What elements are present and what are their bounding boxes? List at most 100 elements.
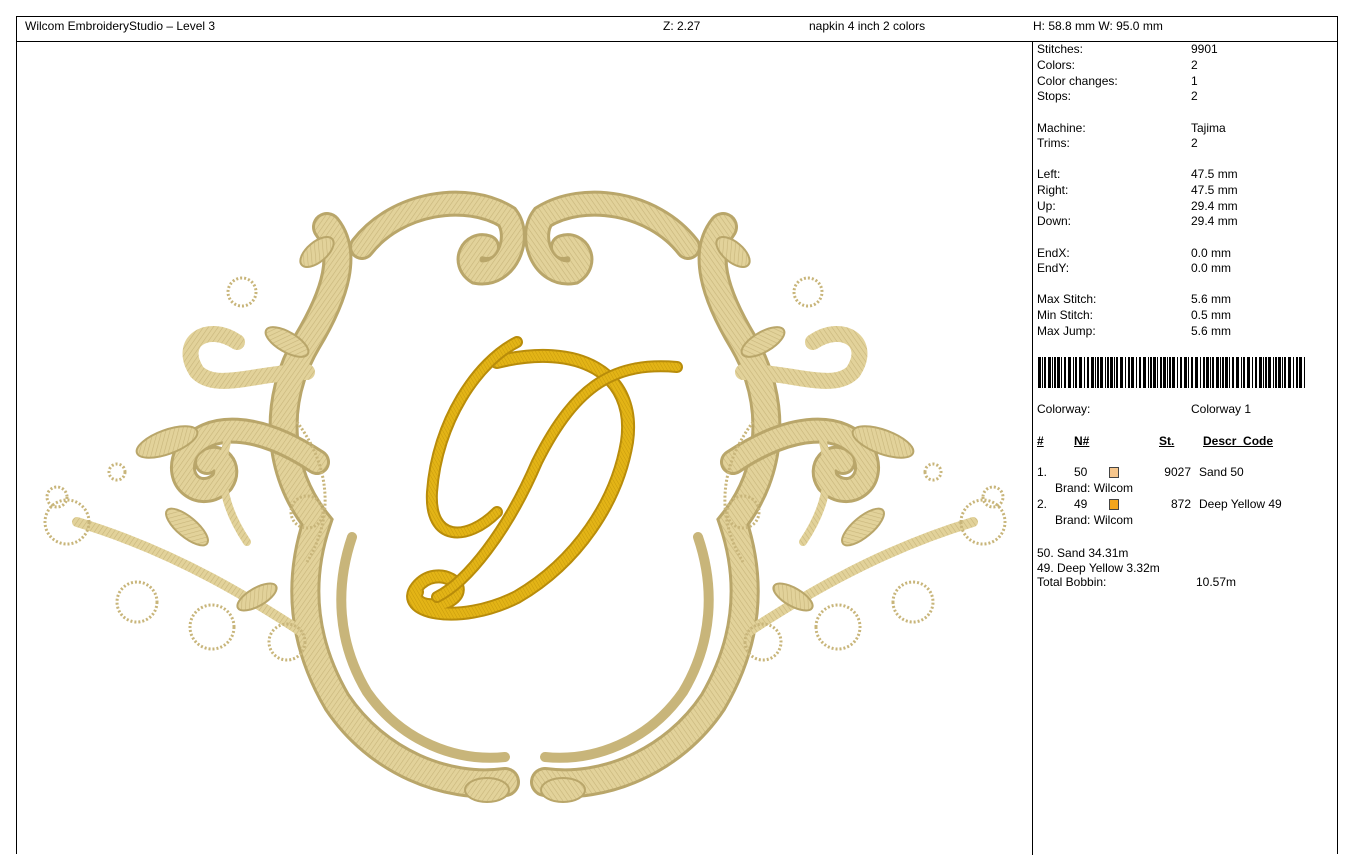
- barcode-bar: [1061, 357, 1062, 388]
- colorway-label: Colorway:: [1037, 402, 1091, 416]
- barcode-bar: [1084, 357, 1085, 388]
- barcode-bar: [1180, 357, 1182, 388]
- bobbin-value: 10.57m: [1196, 575, 1237, 589]
- barcode-bar: [1167, 357, 1168, 388]
- thread-code: 49: [1074, 497, 1088, 511]
- stat-label: Max Jump:: [1037, 324, 1096, 338]
- zoom-level: Z: 2.27: [663, 19, 701, 33]
- barcode-bar: [1139, 357, 1141, 388]
- barcode-bar: [1177, 357, 1178, 388]
- stat-value: 5.6 mm: [1191, 292, 1232, 306]
- barcode-bar: [1087, 357, 1089, 388]
- barcode-bar: [1120, 357, 1123, 388]
- thread-description: Sand 50: [1199, 465, 1244, 479]
- stat-value: 2: [1191, 89, 1198, 103]
- barcode-bar: [1206, 357, 1209, 388]
- barcode-bar: [1100, 357, 1103, 388]
- stat-label: Min Stitch:: [1037, 308, 1094, 322]
- barcode-bar: [1284, 357, 1286, 388]
- stat-label: EndY:: [1037, 261, 1070, 275]
- barcode-bar: [1184, 357, 1187, 388]
- stat-value: 47.5 mm: [1191, 167, 1238, 181]
- barcode-bar: [1268, 357, 1271, 388]
- barcode-bar: [1048, 357, 1051, 388]
- stat-label: Up:: [1037, 199, 1056, 213]
- barcode-bar: [1079, 357, 1082, 388]
- barcode-bar: [1157, 357, 1158, 388]
- barcode-bar: [1252, 357, 1253, 388]
- col-header-stitches: St.: [1159, 434, 1175, 448]
- barcode-bar: [1243, 357, 1245, 388]
- barcode-bar: [1054, 357, 1056, 388]
- stat-value: 0.0 mm: [1191, 246, 1232, 260]
- barcode-bar: [1195, 357, 1198, 388]
- barcode-bar: [1128, 357, 1130, 388]
- app-title: Wilcom EmbroideryStudio – Level 3: [25, 19, 216, 33]
- barcode-bar: [1288, 357, 1291, 388]
- row-number: 1.: [1037, 465, 1048, 479]
- design-canvas[interactable]: [17, 42, 1033, 855]
- barcode-bar: [1255, 357, 1257, 388]
- barcode-bar: [1220, 357, 1221, 388]
- colorway-value: Colorway 1: [1191, 402, 1252, 416]
- barcode-bar: [1236, 357, 1239, 388]
- barcode-bar: [1275, 357, 1277, 388]
- stat-label: Stops:: [1037, 89, 1072, 103]
- barcode-bar: [1232, 357, 1234, 388]
- thread-usage-yellow: 49. Deep Yellow 3.32m: [1037, 561, 1160, 575]
- col-header-description: Descr_Code: [1203, 434, 1274, 448]
- barcode-bar: [1114, 357, 1115, 388]
- design-info-panel: Stitches: 9901 Colors: 2 Color changes: 1 Stop…: [1034, 42, 1337, 855]
- barcode-bar: [1110, 357, 1113, 388]
- barcode-bar: [1038, 357, 1041, 388]
- thread-brand: Brand: Wilcom: [1055, 481, 1134, 495]
- barcode-bar: [1259, 357, 1262, 388]
- barcode-bar: [1229, 357, 1230, 388]
- barcode-bar: [1216, 357, 1219, 388]
- barcode-bar: [1282, 357, 1283, 388]
- header-bar: Wilcom EmbroideryStudio – Level 3 Z: 2.2…: [17, 17, 1337, 42]
- barcode-bar: [1097, 357, 1099, 388]
- col-header-num: #: [1037, 434, 1044, 448]
- barcode-bar: [1304, 357, 1305, 388]
- barcode-bar: [1203, 357, 1205, 388]
- barcode-bar: [1296, 357, 1298, 388]
- stat-value: 2: [1191, 136, 1198, 150]
- barcode-bar: [1148, 357, 1149, 388]
- barcode-bar: [1299, 357, 1302, 388]
- stat-label: Max Stitch:: [1037, 292, 1097, 306]
- bobbin-label: Total Bobbin:: [1037, 575, 1107, 589]
- barcode-bar: [1153, 357, 1156, 388]
- stat-label: Stitches:: [1037, 42, 1084, 56]
- barcode-bar: [1241, 357, 1242, 388]
- barcode-bar: [1107, 357, 1109, 388]
- barcode-bar: [1136, 357, 1137, 388]
- barcode-bar: [1131, 357, 1134, 388]
- monogram-letter: [406, 336, 683, 621]
- thread-description: Deep Yellow 49: [1199, 497, 1282, 511]
- barcode-bar: [1044, 357, 1046, 388]
- barcode-bar: [1125, 357, 1126, 388]
- barcode-bar: [1105, 357, 1106, 388]
- barcode-bar: [1042, 357, 1043, 388]
- stat-value: 0.5 mm: [1191, 308, 1232, 322]
- document-frame: Wilcom EmbroideryStudio – Level 3 Z: 2.2…: [16, 16, 1338, 855]
- barcode-bar: [1172, 357, 1175, 388]
- barcode-bar: [1116, 357, 1118, 388]
- design-name: napkin 4 inch 2 colors: [809, 19, 926, 33]
- barcode-icon: [1038, 357, 1305, 388]
- barcode-bar: [1052, 357, 1053, 388]
- row-number: 2.: [1037, 497, 1048, 511]
- stat-label: EndX:: [1037, 246, 1070, 260]
- barcode-bar: [1143, 357, 1146, 388]
- stat-value: 9901: [1191, 42, 1218, 56]
- color-swatch: [1109, 499, 1119, 510]
- stat-value: 29.4 mm: [1191, 214, 1238, 228]
- barcode-bar: [1150, 357, 1152, 388]
- stat-label: Colors:: [1037, 58, 1076, 72]
- stat-value: Tajima: [1191, 121, 1226, 135]
- thread-brand: Brand: Wilcom: [1055, 513, 1134, 527]
- stat-label: Right:: [1037, 183, 1069, 197]
- barcode-bar: [1095, 357, 1096, 388]
- stat-label: Down:: [1037, 214, 1072, 228]
